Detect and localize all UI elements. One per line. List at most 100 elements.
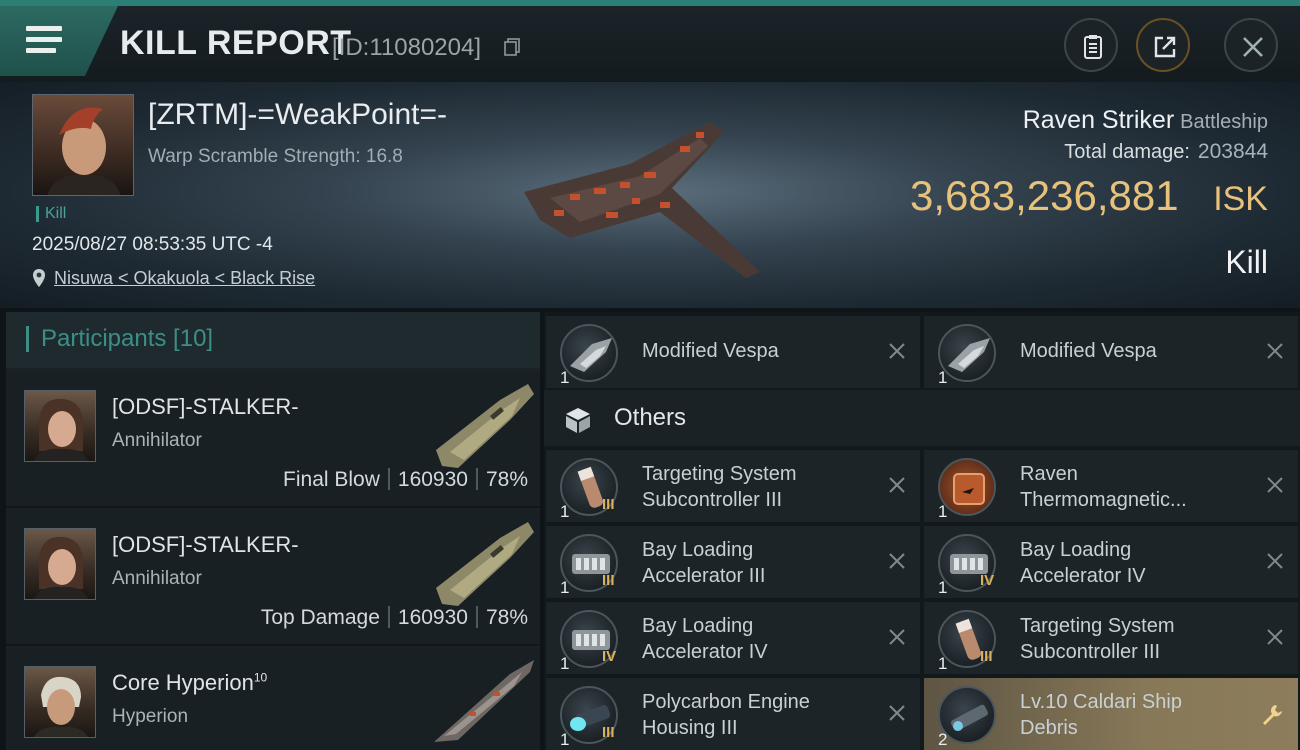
victim-name[interactable]: [ZRTM]-=WeakPoint=- — [148, 98, 447, 132]
share-icon — [1154, 36, 1176, 58]
kill-datetime: 2025/08/27 08:53:35 UTC -4 — [32, 234, 273, 255]
drone-item[interactable]: 1 Modified Vespa — [924, 316, 1298, 388]
participants-panel[interactable]: Participants [10] [ODSF]-STALKER- Annihi… — [6, 312, 540, 750]
item-name: Targeting System Subcontroller III — [642, 461, 882, 513]
divider — [475, 468, 478, 490]
kill-result: Kill — [1225, 244, 1268, 280]
module-item[interactable]: III 1 Bay Loading Accelerator III — [546, 526, 920, 598]
hamburger-menu-icon[interactable] — [26, 26, 62, 54]
participant-name[interactable]: [ODSF]-STALKER- — [112, 532, 299, 558]
item-name: Lv.10 Caldari Ship Debris — [1020, 689, 1260, 741]
item-name-line1: Bay Loading — [642, 539, 754, 561]
item-quantity: 1 — [938, 654, 948, 673]
cruiser-icon — [436, 522, 534, 606]
clipboard-button[interactable] — [1064, 18, 1118, 72]
destroyed-x-icon — [1267, 629, 1283, 645]
item-name-line2: Debris — [1020, 717, 1078, 739]
module-item[interactable]: IV 1 Bay Loading Accelerator IV — [924, 526, 1298, 598]
item-name: Raven Thermomagnetic... — [1020, 461, 1260, 513]
victim-ship[interactable]: Raven Striker Battleship — [1023, 106, 1268, 135]
others-label: Others — [614, 404, 687, 431]
item-name-line1: Targeting System — [642, 463, 797, 485]
victim-avatar[interactable] — [32, 94, 134, 196]
item-name: Bay Loading Accelerator IV — [1020, 537, 1260, 589]
kill-tag: Kill — [36, 206, 66, 222]
location-pin-icon — [33, 269, 45, 287]
share-button[interactable] — [1136, 18, 1190, 72]
item-tier: III — [980, 648, 993, 665]
item-quantity: 1 — [560, 654, 570, 673]
module-item[interactable]: III 1 Targeting System Subcontroller III — [924, 602, 1298, 674]
item-quantity: 1 — [938, 578, 948, 597]
participant-row[interactable]: [ODSF]-STALKER- Annihilator Final Blow 16… — [6, 372, 540, 508]
isk-unit: ISK — [1213, 180, 1268, 218]
item-name-line2: Accelerator IV — [1020, 565, 1146, 587]
ship-class: Battleship — [1180, 111, 1268, 133]
kill-location-link[interactable]: Nisuwa < Okakuola < Black Rise — [54, 268, 315, 289]
item-name-line2: Housing III — [642, 717, 738, 739]
item-name-line1: Bay Loading — [642, 615, 754, 637]
module-item[interactable]: 2 Lv.10 Caldari Ship Debris — [924, 678, 1298, 750]
copy-icon[interactable] — [504, 38, 520, 56]
divider — [387, 468, 390, 490]
destroyed-x-icon — [889, 553, 905, 569]
item-name-line2: Accelerator III — [642, 565, 766, 587]
module-item[interactable]: III 1 Targeting System Subcontroller III — [546, 450, 920, 522]
total-damage-label: Total damage: — [1064, 141, 1190, 163]
warp-scramble-strength: Warp Scramble Strength: 16.8 — [148, 146, 403, 167]
item-quantity: 1 — [560, 502, 570, 521]
battleship-icon — [434, 660, 534, 742]
destroyed-x-icon — [889, 705, 905, 721]
item-quantity: 1 — [938, 368, 948, 387]
item-name-line2: Subcontroller III — [642, 489, 783, 511]
participant-damage-percent: 78% — [485, 606, 528, 629]
item-name-line2: Subcontroller III — [1020, 641, 1161, 663]
participant-role: Top Damage — [260, 606, 380, 629]
destroyed-x-icon — [1267, 343, 1283, 359]
participant-row[interactable]: Core Hyperion10 Hyperion — [6, 648, 540, 750]
close-button[interactable] — [1224, 18, 1278, 72]
item-quantity: 1 — [560, 368, 570, 387]
participant-avatar[interactable] — [24, 390, 96, 462]
module-item[interactable]: IV 1 Bay Loading Accelerator IV — [546, 602, 920, 674]
item-tier: IV — [980, 572, 995, 589]
portrait-icon — [33, 398, 89, 461]
report-id: [ID:11080204] — [332, 34, 482, 61]
drone-item[interactable]: 1 Modified Vespa — [546, 316, 920, 388]
portrait-icon — [47, 107, 121, 195]
header-bar: KILL REPORT [ID:11080204] — [0, 0, 1300, 82]
participant-avatar[interactable] — [24, 528, 96, 600]
item-name-line1: Raven — [1020, 463, 1078, 485]
item-name-line2: Accelerator IV — [642, 641, 768, 663]
wrench-icon[interactable] — [1260, 702, 1284, 726]
participant-name-text: Core Hyperion — [112, 670, 254, 695]
destroyed-x-icon — [889, 629, 905, 645]
participant-ship: Annihilator — [112, 568, 202, 589]
participant-level: 10 — [253, 670, 268, 685]
total-damage-value: 203844 — [1197, 140, 1268, 163]
participant-stats: Top Damage 160930 78% — [261, 606, 528, 630]
item-name: Targeting System Subcontroller III — [1020, 613, 1260, 665]
item-tier: IV — [602, 648, 617, 665]
participant-row[interactable]: [ODSF]-STALKER- Annihilator Top Damage 16… — [6, 510, 540, 646]
cruiser-icon — [436, 384, 534, 468]
close-icon — [1243, 37, 1263, 57]
items-panel[interactable]: 1 Modified Vespa 1 Modified Vespa Others… — [544, 312, 1300, 750]
item-name-line2: Thermomagnetic... — [1020, 489, 1187, 511]
item-name: Polycarbon Engine Housing III — [642, 689, 882, 741]
participant-damage: 160930 — [397, 468, 468, 491]
item-quantity: 2 — [938, 730, 948, 749]
module-item[interactable]: 1 Raven Thermomagnetic... — [924, 450, 1298, 522]
participant-avatar[interactable] — [24, 666, 96, 738]
item-name: Bay Loading Accelerator III — [642, 537, 882, 589]
item-name-line1: Lv.10 Caldari Ship — [1020, 691, 1182, 713]
battleship-icon[interactable] — [510, 102, 770, 292]
destroyed-x-icon — [1267, 477, 1283, 493]
participant-name[interactable]: Core Hyperion10 — [112, 670, 267, 696]
participant-name[interactable]: [ODSF]-STALKER- — [112, 394, 299, 420]
item-name-line1: Targeting System — [1020, 615, 1175, 637]
module-item[interactable]: III 1 Polycarbon Engine Housing III — [546, 678, 920, 750]
participant-ship: Annihilator — [112, 430, 202, 451]
item-name: Modified Vespa — [642, 340, 779, 362]
cube-icon — [566, 408, 590, 433]
